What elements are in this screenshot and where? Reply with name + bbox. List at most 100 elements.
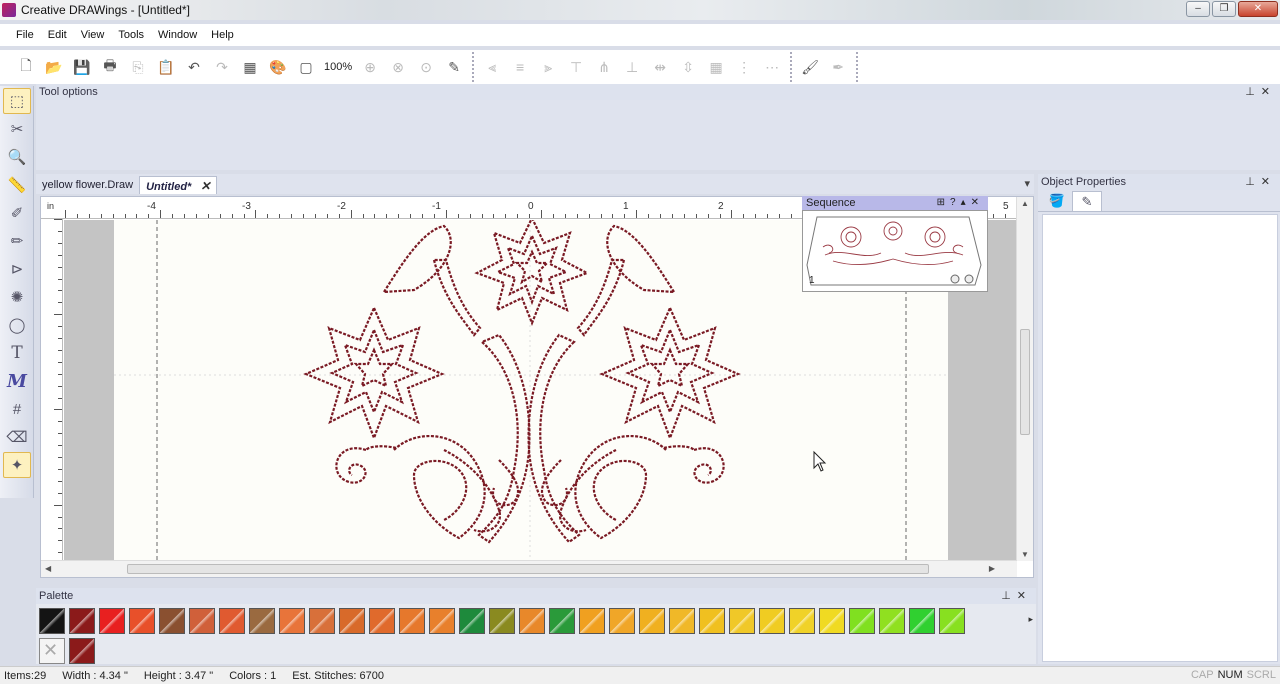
align-center-icon[interactable]: ≡: [508, 55, 532, 79]
palette-scroll-right-icon[interactable]: ▸: [1028, 614, 1033, 625]
sequence-list[interactable]: 1: [802, 210, 988, 292]
color-swatch[interactable]: [219, 608, 245, 634]
close-tab-icon[interactable]: ✕: [200, 179, 210, 193]
tab-yellow-flower[interactable]: yellow flower.Draw: [36, 176, 139, 194]
color-swatch[interactable]: [159, 608, 185, 634]
combine-icon[interactable]: ⊗: [386, 55, 410, 79]
color-swatch[interactable]: [69, 638, 95, 664]
zoom-tool-icon[interactable]: 🔍: [3, 144, 31, 170]
hoop-icon[interactable]: ▢: [294, 55, 318, 79]
color-swatch[interactable]: [369, 608, 395, 634]
color-swatch[interactable]: [549, 608, 575, 634]
grid-icon[interactable]: ▦: [238, 55, 262, 79]
color-swatch[interactable]: [39, 608, 65, 634]
color-swatch[interactable]: [819, 608, 845, 634]
ellipse-tool-icon[interactable]: ◯: [3, 312, 31, 338]
distribute-horizontal-icon[interactable]: ⇹: [648, 55, 672, 79]
align-left-icon[interactable]: ⫷: [480, 55, 504, 79]
color-swatch[interactable]: [759, 608, 785, 634]
color-swatch[interactable]: [129, 608, 155, 634]
text-tool-icon[interactable]: T: [3, 340, 31, 366]
vertical-scroll-thumb[interactable]: [1020, 329, 1030, 435]
menu-window[interactable]: Window: [158, 29, 197, 41]
tab-untitled[interactable]: Untitled* ✕: [139, 176, 218, 194]
ruler-tool-icon[interactable]: 📏: [3, 172, 31, 198]
horizontal-scrollbar[interactable]: ◀ ▶: [41, 560, 1017, 577]
grid-align-icon[interactable]: ▦: [704, 55, 728, 79]
outline-tab-icon[interactable]: ✎: [1072, 191, 1102, 211]
color-swatch[interactable]: [399, 608, 425, 634]
color-swatch[interactable]: [69, 608, 95, 634]
align-bottom-icon[interactable]: ⊥: [620, 55, 644, 79]
zoom-level[interactable]: 100%: [324, 61, 352, 73]
color-swatch[interactable]: [789, 608, 815, 634]
color-swatch[interactable]: [729, 608, 755, 634]
panel-pin-close-icon[interactable]: ⊥✕: [1245, 84, 1276, 100]
new-file-icon[interactable]: 🗋: [14, 55, 38, 79]
panel-pin-close-icon[interactable]: ⊥✕: [1245, 174, 1276, 190]
color-swatch[interactable]: [579, 608, 605, 634]
no-color-swatch[interactable]: ✕: [39, 638, 65, 664]
color-swatch[interactable]: [939, 608, 965, 634]
scroll-left-icon[interactable]: ◀: [45, 564, 51, 573]
monogram-tool-icon[interactable]: M: [3, 368, 31, 394]
scroll-down-icon[interactable]: ▼: [1021, 550, 1029, 559]
intersect-icon[interactable]: ⊙: [414, 55, 438, 79]
color-swatch[interactable]: [189, 608, 215, 634]
tabs-dropdown-icon[interactable]: ▾: [1024, 177, 1030, 190]
color-swatch[interactable]: [609, 608, 635, 634]
color-swatch[interactable]: [459, 608, 485, 634]
align-middle-icon[interactable]: ⋔: [592, 55, 616, 79]
scroll-right-icon[interactable]: ▶: [989, 564, 995, 573]
color-swatch[interactable]: [309, 608, 335, 634]
color-swatch[interactable]: [909, 608, 935, 634]
brush-icon[interactable]: 🖌: [798, 55, 822, 79]
vertical-scrollbar[interactable]: ▲ ▼: [1016, 197, 1033, 561]
undo-icon[interactable]: ↶: [182, 55, 206, 79]
shape-tool-icon[interactable]: ✐: [3, 200, 31, 226]
space-horizontal-icon[interactable]: ⋮: [732, 55, 756, 79]
paste-icon[interactable]: 📋: [154, 55, 178, 79]
sequence-thumbnail[interactable]: 1: [803, 211, 987, 291]
menu-edit[interactable]: Edit: [48, 29, 67, 41]
menu-file[interactable]: File: [16, 29, 34, 41]
color-swatch[interactable]: [429, 608, 455, 634]
color-swatch[interactable]: [489, 608, 515, 634]
copy-icon[interactable]: ⎘: [126, 55, 150, 79]
scissors-tool-icon[interactable]: ✂: [3, 116, 31, 142]
fill-tab-icon[interactable]: 🪣: [1042, 191, 1072, 211]
color-swatch[interactable]: [699, 608, 725, 634]
color-swatch[interactable]: [249, 608, 275, 634]
grid-tool-icon[interactable]: #: [3, 396, 31, 422]
space-vertical-icon[interactable]: ⋯: [760, 55, 784, 79]
panel-pin-close-icon[interactable]: ⊥✕: [1001, 588, 1032, 604]
eraser-tool-icon[interactable]: ⌫: [3, 424, 31, 450]
bulb-tool-icon[interactable]: ✦: [3, 452, 31, 478]
color-swatch[interactable]: [879, 608, 905, 634]
close-button[interactable]: ✕: [1238, 1, 1278, 17]
menu-help[interactable]: Help: [211, 29, 234, 41]
color-swatch[interactable]: [339, 608, 365, 634]
maximize-button[interactable]: ❐: [1212, 1, 1236, 17]
horizontal-scroll-thumb[interactable]: [127, 564, 929, 574]
open-file-icon[interactable]: 📂: [42, 55, 66, 79]
align-top-icon[interactable]: ⊤: [564, 55, 588, 79]
color-swatch[interactable]: [519, 608, 545, 634]
magic-icon[interactable]: ✎: [442, 55, 466, 79]
pen-icon[interactable]: ✒: [826, 55, 850, 79]
scroll-up-icon[interactable]: ▲: [1021, 199, 1029, 208]
color-swatch[interactable]: [99, 608, 125, 634]
distribute-vertical-icon[interactable]: ⇳: [676, 55, 700, 79]
save-icon[interactable]: 💾: [70, 55, 94, 79]
color-swatch[interactable]: [279, 608, 305, 634]
palette-icon[interactable]: 🎨: [266, 55, 290, 79]
print-icon[interactable]: 🖶: [98, 55, 122, 79]
menu-tools[interactable]: Tools: [118, 29, 144, 41]
color-swatch[interactable]: [639, 608, 665, 634]
sequence-controls-icon[interactable]: ⊞?▴✕: [937, 196, 984, 210]
color-swatch[interactable]: [669, 608, 695, 634]
color-swatch[interactable]: [849, 608, 875, 634]
star-tool-icon[interactable]: ✺: [3, 284, 31, 310]
menu-view[interactable]: View: [81, 29, 105, 41]
select-tool-icon[interactable]: ⬚: [3, 88, 31, 114]
